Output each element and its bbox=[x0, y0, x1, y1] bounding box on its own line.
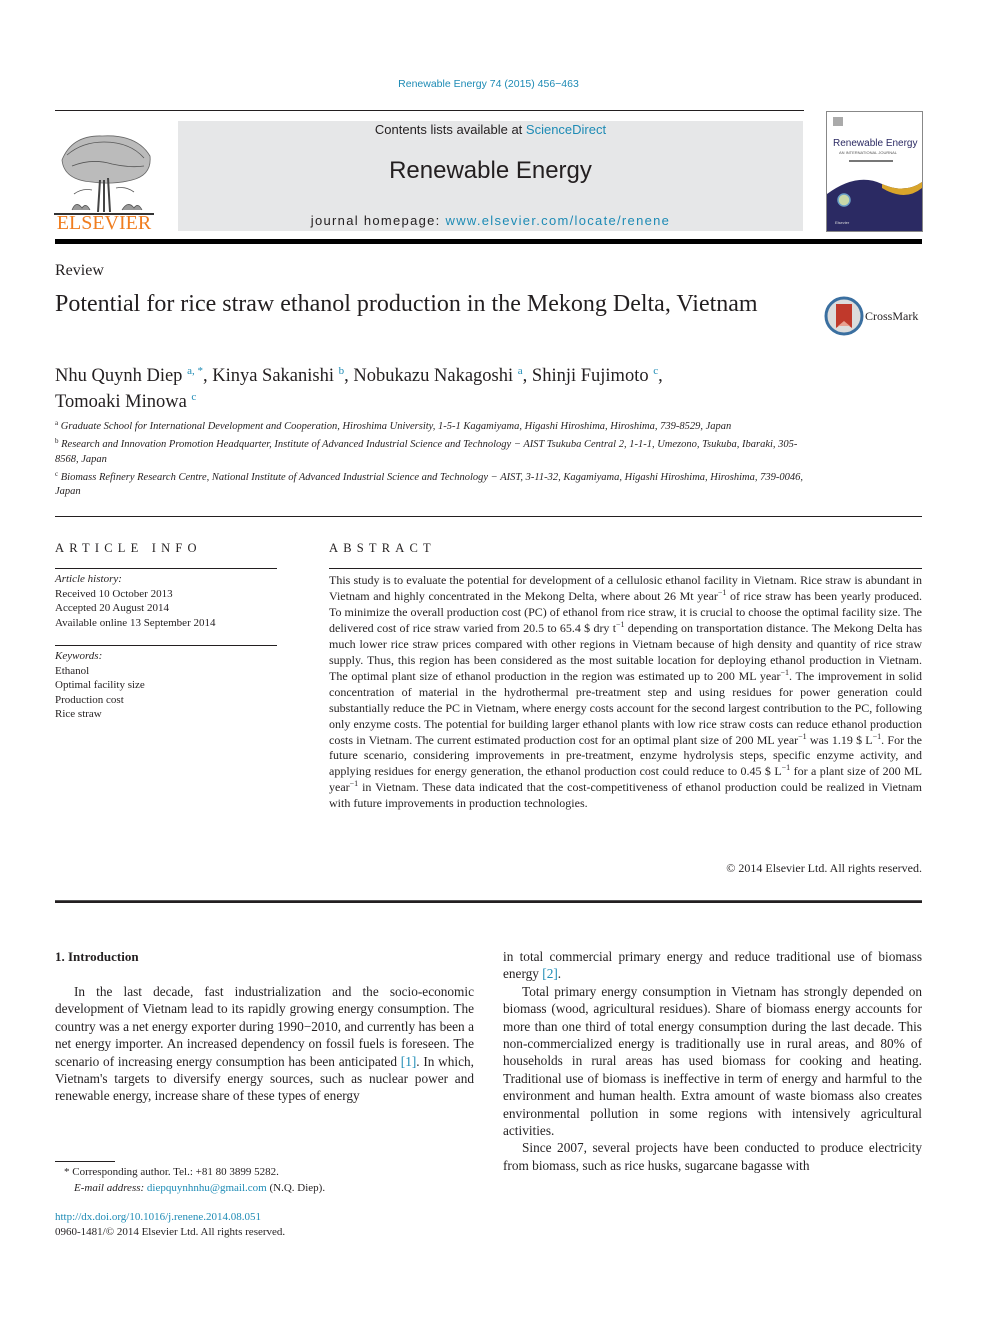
affiliation-text: Research and Innovation Promotion Headqu… bbox=[55, 439, 798, 465]
body-column-left: In the last decade, fast industrializati… bbox=[55, 983, 474, 1105]
author-name[interactable]: Nhu Quynh Diep bbox=[55, 366, 182, 386]
author-affil-sup[interactable]: a, * bbox=[187, 365, 203, 377]
doi-block: http://dx.doi.org/10.1016/j.renene.2014.… bbox=[55, 1210, 285, 1240]
footnote-rule bbox=[55, 1161, 115, 1162]
affiliation-b: b Research and Innovation Promotion Head… bbox=[55, 434, 815, 467]
history-label: Article history: bbox=[55, 573, 122, 585]
header-rule bbox=[55, 110, 804, 111]
abstract-superscript: −1 bbox=[349, 779, 359, 789]
paragraph: In the last decade, fast industrializati… bbox=[55, 983, 474, 1105]
corresponding-author-text: * Corresponding author. Tel.: +81 80 389… bbox=[64, 1166, 279, 1178]
abstract-segment: in Vietnam. These data indicated that th… bbox=[329, 780, 922, 811]
abstract-heading: ABSTRACT bbox=[329, 541, 436, 555]
svg-text:Renewable Energy: Renewable Energy bbox=[833, 138, 918, 149]
affiliations: a Graduate School for International Deve… bbox=[55, 416, 815, 499]
abstract-text: This study is to evaluate the potential … bbox=[329, 573, 922, 812]
affiliation-c: c Biomass Refinery Research Centre, Nati… bbox=[55, 467, 815, 500]
section-heading-introduction: 1. Introduction bbox=[55, 949, 139, 964]
article-info-rule bbox=[55, 568, 277, 569]
abstract-superscript: −1 bbox=[798, 731, 807, 741]
reference-link[interactable]: [2] bbox=[542, 966, 558, 981]
email-line: E-mail address: diepquynhnhu@gmail.com (… bbox=[64, 1180, 464, 1196]
crossmark-label: CrossMark bbox=[865, 309, 919, 323]
paragraph: Since 2007, several projects have been c… bbox=[503, 1140, 922, 1173]
history-item: Available online 13 September 2014 bbox=[55, 616, 216, 629]
author-separator: , bbox=[658, 366, 663, 386]
contents-prefix: Contents lists available at bbox=[374, 122, 526, 137]
paragraph-text: . bbox=[557, 966, 562, 982]
affiliation-a: a Graduate School for International Deve… bbox=[55, 416, 815, 434]
affiliation-text: Graduate School for International Develo… bbox=[60, 421, 732, 432]
reference-link[interactable]: [1] bbox=[401, 1054, 417, 1069]
journal-citation[interactable]: Renewable Energy 74 (2015) 456−463 bbox=[0, 78, 977, 90]
abstract-rule bbox=[329, 568, 922, 569]
paragraph-text: in total commercial primary energy and r… bbox=[503, 949, 922, 982]
abstract-copyright: © 2014 Elsevier Ltd. All rights reserved… bbox=[726, 861, 922, 875]
homepage-prefix: journal homepage: bbox=[310, 213, 446, 228]
doi-link[interactable]: http://dx.doi.org/10.1016/j.renene.2014.… bbox=[55, 1211, 261, 1223]
author-name[interactable]: Kinya Sakanishi bbox=[212, 366, 334, 386]
article-info-heading: ARTICLE INFO bbox=[55, 541, 202, 555]
email-link[interactable]: diepquynhnhu@gmail.com bbox=[147, 1182, 267, 1194]
issn-copyright: 0960-1481/© 2014 Elsevier Ltd. All right… bbox=[55, 1226, 286, 1238]
crossmark-icon bbox=[824, 296, 864, 336]
crossmark-badge[interactable]: CrossMark bbox=[824, 296, 934, 336]
article-history: Article history: Received 10 October 201… bbox=[55, 572, 277, 630]
abstract-superscript: −1 bbox=[616, 619, 625, 629]
keyword-item: Ethanol bbox=[55, 664, 90, 677]
svg-text:AN INTERNATIONAL JOURNAL: AN INTERNATIONAL JOURNAL bbox=[839, 150, 898, 155]
email-label: E-mail address: bbox=[74, 1182, 147, 1194]
paragraph: Total primary energy consumption in Viet… bbox=[503, 983, 922, 1139]
cover-art-icon: Renewable Energy AN INTERNATIONAL JOURNA… bbox=[827, 117, 922, 231]
abstract-segment: was 1.19 $ L bbox=[806, 732, 873, 747]
affiliation-sup: a bbox=[55, 419, 59, 427]
history-item: Received 10 October 2013 bbox=[55, 587, 173, 600]
keywords-label: Keywords: bbox=[55, 650, 103, 662]
author-separator: , bbox=[522, 366, 532, 386]
abstract-superscript: −1 bbox=[781, 763, 791, 773]
elsevier-wordmark: ELSEVIER bbox=[56, 212, 152, 234]
svg-text:Elsevier: Elsevier bbox=[835, 220, 850, 225]
author-affil-sup[interactable]: c bbox=[191, 391, 196, 403]
history-item: Accepted 20 August 2014 bbox=[55, 602, 169, 614]
author-separator: , bbox=[344, 366, 354, 386]
affiliation-text: Biomass Refinery Research Centre, Nation… bbox=[55, 471, 803, 498]
article-title: Potential for rice straw ethanol product… bbox=[55, 291, 758, 317]
abstract-end-rule bbox=[55, 900, 922, 903]
sciencedirect-link[interactable]: ScienceDirect bbox=[526, 122, 606, 137]
contents-line: Contents lists available at ScienceDirec… bbox=[178, 122, 803, 137]
author-separator: , bbox=[202, 366, 213, 386]
author-name[interactable]: Nobukazu Nakagoshi bbox=[353, 366, 513, 386]
keywords: Keywords: Ethanol Optimal facility size … bbox=[55, 649, 277, 722]
keyword-item: Rice straw bbox=[55, 708, 102, 720]
email-suffix: (N.Q. Diep). bbox=[266, 1182, 326, 1194]
journal-masthead: Contents lists available at ScienceDirec… bbox=[178, 121, 803, 231]
body-column-right: in total commercial primary energy and r… bbox=[503, 948, 922, 1174]
author-name[interactable]: Shinji Fujimoto bbox=[532, 366, 649, 386]
abstract-superscript: −1 bbox=[780, 667, 790, 677]
affiliation-sup: c bbox=[55, 469, 59, 478]
journal-name: Renewable Energy bbox=[389, 157, 592, 184]
homepage-link[interactable]: www.elsevier.com/locate/renene bbox=[446, 213, 671, 228]
author-list: Nhu Quynh Diep a, *, Kinya Sakanishi b, … bbox=[55, 361, 795, 413]
abstract-superscript: −1 bbox=[872, 731, 882, 741]
article-type: Review bbox=[55, 262, 104, 279]
keyword-item: Optimal facility size bbox=[55, 679, 145, 691]
homepage-line: journal homepage: www.elsevier.com/locat… bbox=[178, 213, 803, 228]
corresponding-author-footnote: * Corresponding author. Tel.: +81 80 389… bbox=[64, 1164, 464, 1196]
title-block-rule bbox=[55, 516, 922, 517]
affiliation-sup: b bbox=[55, 437, 59, 446]
journal-cover-thumbnail[interactable]: Renewable Energy AN INTERNATIONAL JOURNA… bbox=[826, 111, 923, 232]
author-name[interactable]: Tomoaki Minowa bbox=[55, 392, 187, 412]
keyword-item: Production cost bbox=[55, 693, 124, 706]
paragraph: in total commercial primary energy and r… bbox=[503, 948, 922, 983]
header-thick-rule bbox=[55, 239, 922, 244]
keywords-rule bbox=[55, 645, 277, 646]
